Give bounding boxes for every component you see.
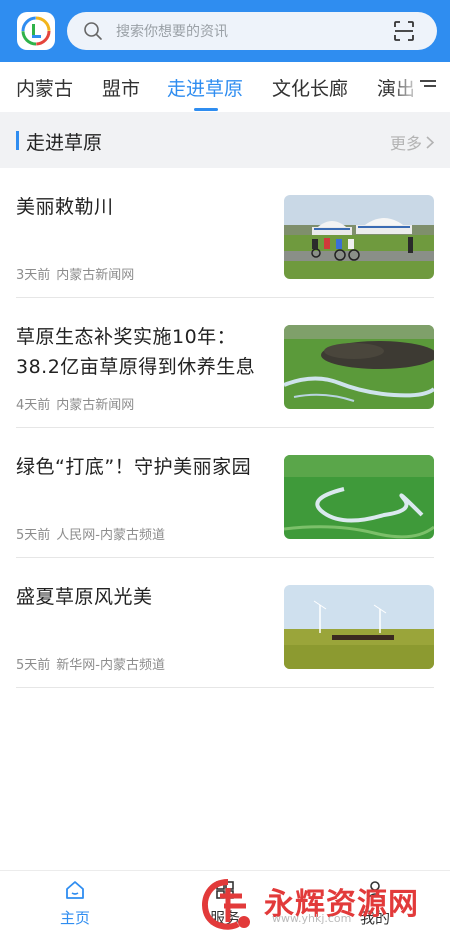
news-item[interactable]: 盛夏草原风光美 5天前 新华网-内蒙古频道 — [16, 558, 434, 688]
nav-home-label: 主页 — [59, 909, 90, 927]
profile-icon — [366, 881, 384, 900]
section-header: 走进草原 更多 — [0, 112, 450, 168]
news-item[interactable]: 美丽敕勒川 3天前 内蒙古新闻网 — [16, 168, 434, 298]
news-title[interactable]: 绿色“打底”！守护美丽家园 — [16, 452, 271, 482]
news-meta: 3天前 内蒙古新闻网 — [16, 264, 134, 283]
app-logo-icon[interactable] — [17, 12, 55, 50]
news-title[interactable]: 盛夏草原风光美 — [16, 582, 271, 612]
home-icon — [66, 881, 84, 899]
chevron-right-icon — [426, 135, 434, 149]
search-icon — [84, 22, 102, 40]
news-title[interactable]: 草原生态补奖实施10年：38.2亿亩草原得到休养生息 — [16, 322, 271, 382]
news-meta: 4天前 内蒙古新闻网 — [16, 394, 134, 413]
news-source: 内蒙古新闻网 — [56, 398, 135, 413]
search-input[interactable]: 搜索你想要的资讯 — [116, 21, 393, 41]
search-bar[interactable]: 搜索你想要的资讯 — [67, 12, 437, 50]
bottom-navigation: 主页 服务 我的 — [0, 870, 450, 936]
service-icon — [216, 881, 234, 899]
tab-zoujin-caoyuan[interactable]: 走进草原 — [167, 74, 243, 101]
tab-neimenggu[interactable]: 内蒙古 — [16, 74, 73, 101]
news-time: 4天前 — [16, 398, 51, 413]
news-time: 5天前 — [16, 658, 51, 673]
news-title[interactable]: 美丽敕勒川 — [16, 192, 271, 222]
news-meta: 5天前 人民网-内蒙古频道 — [16, 524, 165, 543]
top-header: 搜索你想要的资讯 — [0, 0, 450, 62]
section-title: 走进草原 — [26, 132, 103, 154]
tab-mengshi[interactable]: 盟市 — [102, 74, 140, 101]
nav-service-label: 服务 — [209, 909, 240, 927]
news-thumbnail-windmills[interactable] — [284, 585, 434, 669]
tab-wenhua-changlang[interactable]: 文化长廊 — [272, 74, 348, 101]
more-label: 更多 — [389, 134, 422, 153]
news-thumbnail-river[interactable] — [284, 455, 434, 539]
menu-icon[interactable] — [420, 79, 438, 93]
news-item[interactable]: 绿色“打底”！守护美丽家园 5天前 人民网-内蒙古频道 — [16, 428, 434, 558]
nav-home[interactable]: 主页 — [35, 879, 115, 928]
more-link[interactable]: 更多 — [390, 130, 434, 154]
nav-service[interactable]: 服务 — [185, 879, 265, 928]
news-thumbnail-herd[interactable] — [284, 325, 434, 409]
category-tabs: 内蒙古 盟市 走进草原 文化长廊 演出 — [0, 62, 450, 112]
active-tab-indicator — [194, 108, 218, 111]
news-thumbnail-yurts[interactable] — [284, 195, 434, 279]
scan-icon[interactable] — [393, 20, 415, 42]
news-source: 内蒙古新闻网 — [56, 268, 135, 283]
news-meta: 5天前 新华网-内蒙古频道 — [16, 654, 165, 673]
section-accent-bar — [16, 131, 19, 150]
news-source: 新华网-内蒙古频道 — [56, 658, 165, 673]
watermark-url: www.yhkj.com — [272, 912, 352, 925]
news-source: 人民网-内蒙古频道 — [56, 528, 165, 543]
news-time: 3天前 — [16, 268, 51, 283]
news-item[interactable]: 草原生态补奖实施10年：38.2亿亩草原得到休养生息 4天前 内蒙古新闻网 — [16, 298, 434, 428]
news-time: 5天前 — [16, 528, 51, 543]
